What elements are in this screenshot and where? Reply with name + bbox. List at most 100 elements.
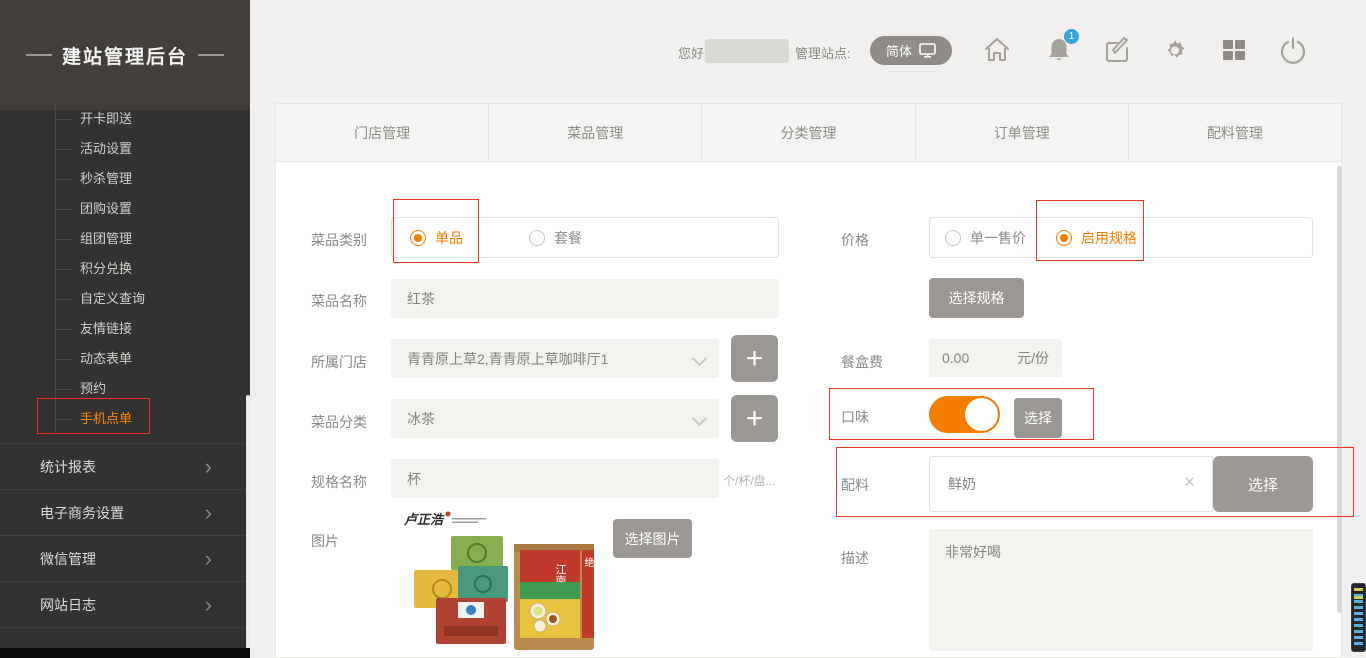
dish-photo: 卢正浩 江南 绝 [396,508,601,656]
power-logout-icon[interactable] [1279,36,1307,64]
logo-dash-right [198,54,224,56]
top-header: 您好 管理站点: 简体 1 [250,0,1366,103]
tab-ingredient-manage[interactable]: 配料管理 [1129,104,1341,161]
sidebar-bottom-strip [0,648,250,658]
taste-toggle-on[interactable] [929,396,1000,433]
radio-combo-label[interactable]: 套餐 [554,228,582,248]
username-redacted [705,39,789,63]
ingredient-label: 配料 [841,475,869,495]
radio-enable-spec[interactable] [1056,230,1072,246]
box-fee-input[interactable]: 0.00 元/份 [929,339,1062,377]
choose-spec-button[interactable]: 选择规格 [929,278,1024,318]
radio-single-dish[interactable] [410,230,426,246]
sidebar-item-groupbuy[interactable]: 团购设置 [0,194,250,224]
chevron-right-icon: › [205,444,212,490]
radio-combo[interactable] [529,230,545,246]
tab-store-manage[interactable]: 门店管理 [276,104,489,161]
site-language-button[interactable]: 简体 [870,36,952,65]
category-label: 菜品分类 [311,412,367,432]
price-label: 价格 [841,230,869,250]
logo: 建站管理后台 [0,0,250,110]
radio-single-price-label[interactable]: 单一售价 [970,228,1026,248]
language-label: 简体 [886,41,912,60]
logo-dash-left [26,54,52,56]
sidebar-item-reservation[interactable]: 预约 [0,374,250,404]
sidebar-item-dynamic-form[interactable]: 动态表单 [0,344,250,374]
dish-name-input[interactable]: 红茶 [391,279,779,318]
apps-grid-icon[interactable] [1220,36,1248,64]
box-fee-value: 0.00 [942,350,969,366]
store-select[interactable]: 青青原上草2,青青原上草咖啡厅1 [391,339,719,378]
taste-choose-button[interactable]: 选择 [1014,398,1062,438]
radio-enable-spec-label[interactable]: 启用规格 [1081,228,1137,248]
description-value: 非常好喝 [945,542,1001,562]
chevron-right-icon: › [205,490,212,536]
sidebar-item-seckill[interactable]: 秒杀管理 [0,164,250,194]
description-label: 描述 [841,548,869,568]
form-scrollbar[interactable] [1337,166,1342,613]
svg-text:卢正浩: 卢正浩 [404,512,445,527]
dish-type-label: 菜品类别 [311,230,367,250]
notifications-bell-icon[interactable]: 1 [1045,36,1073,64]
chevron-right-icon: › [205,536,212,582]
sidebar-section-wechat[interactable]: 微信管理 › [0,535,250,581]
clear-ingredient-icon[interactable]: × [1184,472,1195,494]
category-select[interactable]: 冰茶 [391,399,719,438]
edit-icon[interactable] [1103,36,1131,64]
monitor-icon [919,43,936,58]
browser-extension-widget[interactable] [1351,583,1366,652]
category-value: 冰茶 [407,409,435,429]
admin-app: 建站管理后台 开卡即送 活动设置 秒杀管理 团购设置 组团管理 积分兑换 自定义… [0,0,1366,658]
dish-name-label: 菜品名称 [311,291,367,311]
tab-category-manage[interactable]: 分类管理 [702,104,915,161]
sidebar-item-card-gift[interactable]: 开卡即送 [0,104,250,134]
box-fee-label: 餐盒费 [841,352,883,372]
sidebar-item-friend-links[interactable]: 友情链接 [0,314,250,344]
ingredient-input[interactable]: 鲜奶 [929,456,1213,512]
sidebar-item-custom-query[interactable]: 自定义查询 [0,284,250,314]
manage-site-label: 管理站点: [795,43,851,62]
radio-single-dish-label[interactable]: 单品 [435,228,463,248]
sidebar-section-statistics[interactable]: 统计报表 › [0,443,250,489]
sidebar: 建站管理后台 开卡即送 活动设置 秒杀管理 团购设置 组团管理 积分兑换 自定义… [0,0,250,658]
spec-name-label: 规格名称 [311,472,367,492]
spec-name-hint: 个/杯/盘... [723,472,776,489]
image-label: 图片 [311,531,339,551]
spec-name-input[interactable]: 杯 [391,459,719,498]
ingredient-choose-button[interactable]: 选择 [1213,456,1313,512]
sidebar-section-site-log[interactable]: 网站日志 › [0,581,250,627]
section-label: 统计报表 [40,459,96,475]
store-value: 青青原上草2,青青原上草咖啡厅1 [407,349,608,369]
box-fee-unit: 元/份 [1017,348,1049,368]
tab-dish-manage[interactable]: 菜品管理 [489,104,702,161]
description-textarea[interactable]: 非常好喝 [929,529,1313,651]
dish-type-group: 单品 套餐 [391,217,779,258]
choose-image-button[interactable]: 选择图片 [613,519,692,558]
notification-badge: 1 [1064,29,1079,44]
sidebar-item-group-manage[interactable]: 组团管理 [0,224,250,254]
ingredient-value: 鲜奶 [948,474,976,494]
svg-text:绝: 绝 [585,556,595,569]
spec-name-value: 杯 [407,469,421,489]
sidebar-item-activity-settings[interactable]: 活动设置 [0,134,250,164]
section-divider [0,627,250,628]
sidebar-scrollbar[interactable] [246,395,250,650]
home-icon[interactable] [983,36,1011,64]
sidebar-item-mobile-order[interactable]: 手机点单 [0,404,250,434]
sidebar-item-points-exchange[interactable]: 积分兑换 [0,254,250,284]
toggle-knob [965,398,998,431]
sidebar-section-ecommerce[interactable]: 电子商务设置 › [0,489,250,535]
add-store-button[interactable]: + [731,335,778,382]
chevron-right-icon: › [205,582,212,628]
price-type-group: 单一售价 启用规格 [929,217,1313,258]
section-label: 电子商务设置 [40,505,124,521]
settings-gear-icon[interactable] [1161,36,1189,64]
tab-order-manage[interactable]: 订单管理 [916,104,1129,161]
store-label: 所属门店 [311,352,367,372]
add-category-button[interactable]: + [731,395,778,442]
taste-label: 口味 [841,407,869,427]
radio-single-price[interactable] [945,230,961,246]
dish-name-value: 红茶 [407,289,435,309]
sidebar-sections: 统计报表 › 电子商务设置 › 微信管理 › 网站日志 › [0,443,250,628]
sidebar-menu: 开卡即送 活动设置 秒杀管理 团购设置 组团管理 积分兑换 自定义查询 友情链接… [0,104,250,434]
